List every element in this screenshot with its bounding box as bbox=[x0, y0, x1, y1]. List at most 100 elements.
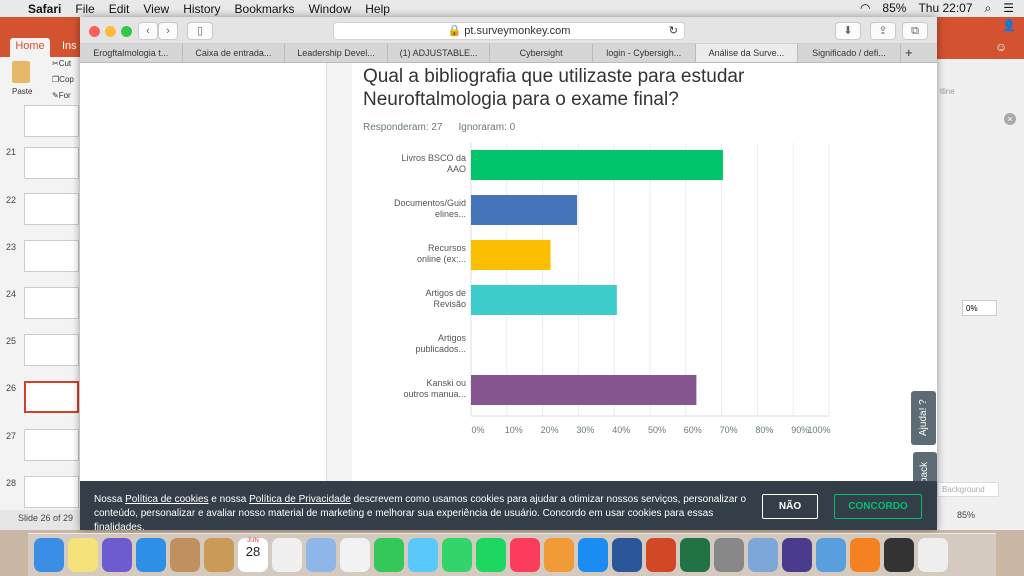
back-button[interactable]: ‹ bbox=[138, 22, 158, 40]
preview-icon[interactable] bbox=[714, 538, 744, 572]
excel-icon[interactable] bbox=[646, 538, 676, 572]
smiley-icon[interactable]: ☺ bbox=[995, 40, 1007, 54]
document-icon[interactable] bbox=[884, 538, 914, 572]
slide-thumb[interactable] bbox=[24, 287, 79, 319]
slide-thumb[interactable] bbox=[24, 429, 79, 461]
powerpoint-icon[interactable] bbox=[612, 538, 642, 572]
ppt-tab-insert[interactable]: Ins bbox=[62, 40, 77, 52]
cut-button[interactable]: ✂Cut bbox=[52, 59, 71, 68]
trash-icon[interactable] bbox=[918, 538, 948, 572]
photos-icon[interactable] bbox=[340, 538, 370, 572]
close-icon[interactable]: × bbox=[1004, 113, 1016, 125]
wifi-icon[interactable]: ◠ bbox=[860, 1, 870, 16]
menu-app[interactable]: Safari bbox=[28, 2, 61, 16]
spotlight-icon[interactable]: ⌕ bbox=[985, 1, 992, 16]
category-label: Recursos bbox=[428, 243, 467, 253]
close-window-button[interactable] bbox=[89, 26, 100, 37]
tab-active[interactable]: Análise da Surve... bbox=[695, 44, 799, 62]
paste-icon[interactable] bbox=[12, 61, 30, 83]
system-preferences-icon[interactable] bbox=[680, 538, 710, 572]
slide-thumb[interactable] bbox=[24, 476, 79, 508]
notes-icon[interactable] bbox=[68, 538, 98, 572]
decline-button[interactable]: NÃO bbox=[762, 494, 818, 519]
menu-list-icon[interactable]: ☰ bbox=[1003, 1, 1014, 16]
response-stats: Responderam: 27 Ignoraram: 0 bbox=[363, 122, 515, 133]
calendar-icon[interactable]: JUN 28 bbox=[238, 538, 268, 572]
accept-button[interactable]: CONCORDO bbox=[834, 494, 922, 519]
category-label: Documentos/Guid bbox=[394, 198, 466, 208]
facetime-icon[interactable] bbox=[408, 538, 438, 572]
slide-thumb[interactable] bbox=[24, 240, 79, 272]
tab[interactable]: Erogftalmologia t... bbox=[80, 44, 183, 62]
minimize-window-button[interactable] bbox=[105, 26, 116, 37]
vlc-icon[interactable] bbox=[816, 538, 846, 572]
menu-view[interactable]: View bbox=[143, 2, 169, 16]
ppt-tab-home[interactable]: Home bbox=[10, 38, 50, 57]
safari-icon[interactable] bbox=[136, 538, 166, 572]
menu-file[interactable]: File bbox=[75, 2, 94, 16]
address-bar[interactable]: 🔒 pt.surveymonkey.com ↻ bbox=[333, 22, 685, 40]
tabs-overview-icon[interactable]: ⧉ bbox=[902, 22, 928, 40]
copy-label: Cop bbox=[59, 75, 74, 84]
new-tab-button[interactable]: + bbox=[901, 44, 917, 62]
category-label: online (ex:... bbox=[417, 254, 466, 264]
share-user-icon[interactable]: 👤 bbox=[1002, 19, 1016, 32]
contacts-icon[interactable] bbox=[204, 538, 234, 572]
slide-thumb[interactable] bbox=[24, 105, 79, 137]
slide-thumb[interactable] bbox=[24, 193, 79, 225]
zoom-window-button[interactable] bbox=[121, 26, 132, 37]
network-icon[interactable] bbox=[782, 538, 812, 572]
tab[interactable]: login - Cybersigh... bbox=[593, 44, 696, 62]
menu-history[interactable]: History bbox=[183, 2, 220, 16]
imovie-icon[interactable] bbox=[748, 538, 778, 572]
skipped-count: Ignoraram: 0 bbox=[458, 122, 516, 133]
category-label: elines... bbox=[435, 209, 466, 219]
copy-button[interactable]: ❐Cop bbox=[52, 75, 74, 84]
transparency-input[interactable]: 0% bbox=[962, 300, 997, 316]
photo-browser-icon[interactable] bbox=[306, 538, 336, 572]
reminders-icon[interactable] bbox=[272, 538, 302, 572]
ibooks-icon[interactable] bbox=[510, 538, 540, 572]
tab[interactable]: (1) ADJUSTABLE... bbox=[388, 44, 491, 62]
menu-help[interactable]: Help bbox=[365, 2, 390, 16]
format-label: For bbox=[58, 91, 71, 100]
tab[interactable]: Leadership Devel... bbox=[285, 44, 388, 62]
share-icon[interactable]: ⇪ bbox=[870, 22, 896, 40]
battery-status[interactable]: 85% bbox=[882, 1, 906, 16]
x-tick-label: 0% bbox=[471, 425, 484, 435]
preview-icon[interactable] bbox=[170, 538, 200, 572]
format-painter-button[interactable]: ✎For bbox=[52, 91, 71, 100]
app-store-icon[interactable] bbox=[544, 538, 574, 572]
cookie-text-2: e nossa bbox=[208, 494, 250, 505]
spotify-icon[interactable] bbox=[442, 538, 472, 572]
downloads-icon[interactable]: ⬇ bbox=[835, 22, 861, 40]
slide-thumb-selected[interactable] bbox=[24, 381, 79, 413]
tab[interactable]: Significado / defi... bbox=[798, 44, 901, 62]
bar bbox=[471, 195, 578, 225]
menu-window[interactable]: Window bbox=[309, 2, 352, 16]
clock[interactable]: Thu 22:07 bbox=[918, 1, 972, 16]
slide-thumb[interactable] bbox=[24, 147, 79, 179]
paste-label[interactable]: Paste bbox=[12, 87, 32, 96]
sidebar-icon[interactable]: ▯ bbox=[187, 22, 213, 40]
siri-icon[interactable] bbox=[102, 538, 132, 572]
messages-icon[interactable] bbox=[374, 538, 404, 572]
menu-edit[interactable]: Edit bbox=[109, 2, 130, 16]
cookie-policy-link[interactable]: Política de cookies bbox=[125, 494, 208, 505]
word-icon[interactable] bbox=[578, 538, 608, 572]
tab[interactable]: Cybersight bbox=[490, 44, 593, 62]
itunes-icon[interactable] bbox=[476, 538, 506, 572]
privacy-policy-link[interactable]: Política de Privacidade bbox=[249, 494, 351, 505]
outline-label[interactable]: tline bbox=[940, 87, 955, 96]
forward-button[interactable]: › bbox=[158, 22, 178, 40]
tab[interactable]: Caixa de entrada... bbox=[183, 44, 286, 62]
background-button[interactable]: Background bbox=[937, 482, 999, 497]
slide-thumb[interactable] bbox=[24, 334, 79, 366]
help-tab[interactable]: Ajuda! ? bbox=[911, 391, 936, 445]
menu-bookmarks[interactable]: Bookmarks bbox=[235, 2, 295, 16]
reload-icon[interactable]: ↻ bbox=[669, 23, 678, 39]
cookie-banner: Nossa Política de cookies e nossa Políti… bbox=[80, 481, 937, 533]
finder-icon[interactable] bbox=[34, 538, 64, 572]
safari-window: ‹ › ▯ 🔒 pt.surveymonkey.com ↻ ⬇ ⇪ ⧉ Erogf… bbox=[80, 17, 937, 530]
terminal-icon[interactable] bbox=[850, 538, 880, 572]
